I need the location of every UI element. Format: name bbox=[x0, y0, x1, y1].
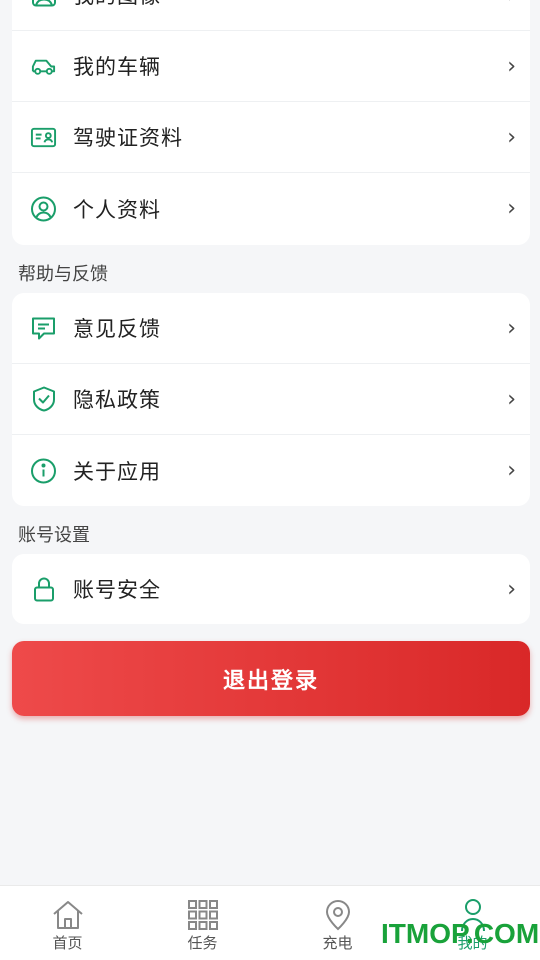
menu-item-label: 账号安全 bbox=[73, 578, 161, 602]
chevron-right-icon: › bbox=[507, 576, 516, 602]
chevron-right-icon: › bbox=[507, 124, 516, 150]
feedback-icon bbox=[30, 315, 57, 342]
menu-item-about-app[interactable]: 关于应用 › bbox=[12, 435, 530, 506]
section-title-account: 账号设置 bbox=[18, 525, 90, 546]
lock-icon bbox=[30, 576, 57, 603]
portrait-icon bbox=[30, 0, 57, 9]
shield-check-icon bbox=[30, 386, 57, 413]
tab-label: 任务 bbox=[187, 934, 218, 952]
watermark-text: ITMOP.COM bbox=[381, 918, 540, 949]
id-card-icon bbox=[30, 124, 57, 151]
user-circle-icon bbox=[30, 195, 57, 222]
location-pin-icon bbox=[321, 898, 355, 932]
menu-item-label: 个人资料 bbox=[73, 197, 161, 222]
menu-item-account-security[interactable]: 账号安全 › bbox=[12, 554, 530, 624]
chevron-right-icon: › bbox=[507, 386, 516, 412]
info-icon bbox=[30, 457, 57, 484]
chevron-right-icon: › bbox=[507, 315, 516, 341]
help-card: 意见反馈 › 隐私政策 › 关于应用 › bbox=[12, 293, 530, 506]
account-card: 账号安全 › bbox=[12, 554, 530, 624]
grid-icon bbox=[186, 898, 220, 932]
chevron-right-icon: › bbox=[507, 0, 516, 8]
menu-item-label: 意见反馈 bbox=[73, 317, 161, 341]
tab-tasks[interactable]: 任务 bbox=[135, 886, 270, 960]
menu-item-feedback[interactable]: 意见反馈 › bbox=[12, 293, 530, 364]
profile-card: 我的图像 › 我的车辆 › 驾驶证资料 › bbox=[12, 0, 530, 245]
tab-label: 首页 bbox=[52, 934, 83, 952]
tab-home[interactable]: 首页 bbox=[0, 886, 135, 960]
car-icon bbox=[30, 53, 57, 80]
home-icon bbox=[51, 898, 85, 932]
chevron-right-icon: › bbox=[507, 53, 516, 79]
menu-item-my-image[interactable]: 我的图像 › bbox=[12, 0, 530, 31]
chevron-right-icon: › bbox=[507, 458, 516, 483]
menu-item-label: 我的车辆 bbox=[73, 55, 161, 79]
menu-item-my-vehicle[interactable]: 我的车辆 › bbox=[12, 31, 530, 102]
menu-item-label: 隐私政策 bbox=[73, 388, 161, 412]
menu-item-driver-license[interactable]: 驾驶证资料 › bbox=[12, 102, 530, 173]
logout-button[interactable]: 退出登录 bbox=[12, 641, 530, 716]
chevron-right-icon: › bbox=[507, 196, 516, 221]
menu-item-personal-info[interactable]: 个人资料 › bbox=[12, 173, 530, 244]
menu-item-privacy-policy[interactable]: 隐私政策 › bbox=[12, 364, 530, 435]
menu-item-label: 驾驶证资料 bbox=[73, 126, 183, 150]
tab-label: 充电 bbox=[322, 934, 353, 952]
menu-item-label: 关于应用 bbox=[73, 459, 161, 484]
menu-item-label: 我的图像 bbox=[73, 0, 161, 10]
section-title-help: 帮助与反馈 bbox=[18, 264, 108, 285]
